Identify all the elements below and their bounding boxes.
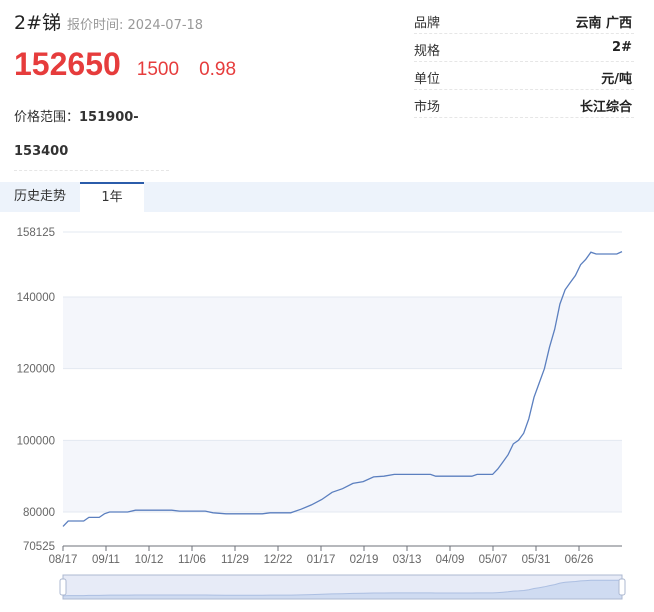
spec-value: 长江综合 (579, 100, 632, 115)
quote-header: 2#锑 报价时间: 2024-07-18 152650 1500 0.98 价格范围：… (0, 0, 654, 182)
zoom-slider-selection (62, 574, 623, 600)
spec-key: 市场 (414, 100, 441, 115)
x-tick-label: 11/06 (178, 554, 206, 566)
x-tick-label: 01/17 (307, 554, 336, 566)
price-row: 152650 1500 0.98 (14, 46, 236, 83)
tab-history[interactable]: 历史走势 (14, 182, 66, 212)
x-tick-label: 05/07 (479, 554, 508, 566)
spec-key: 单位 (414, 72, 441, 87)
price-range-high: 153400 (14, 144, 69, 159)
divider (14, 170, 169, 171)
x-tick-label: 04/09 (436, 554, 465, 566)
grid-band (63, 296, 622, 369)
x-tick-label: 02/19 (350, 554, 379, 566)
quote-date: 报价时间: 2024-07-18 (67, 18, 204, 33)
spec-key: 品牌 (414, 16, 441, 31)
spec-row-brand: 品牌 云南 广西 (414, 6, 634, 34)
y-tick-label: 120000 (17, 364, 55, 376)
price-range-label: 价格范围： (14, 110, 80, 125)
title-row: 2#锑 报价时间: 2024-07-18 (14, 8, 203, 35)
current-price: 152650 (14, 46, 121, 82)
x-tick-label: 12/22 (264, 554, 293, 566)
zoom-handle-right[interactable] (618, 578, 626, 596)
y-tick-label: 70525 (23, 541, 55, 553)
price-change: 1500 (136, 59, 180, 80)
spec-row-grade: 规格 2# (414, 34, 634, 62)
x-tick-label: 03/13 (393, 554, 422, 566)
y-tick-label: 140000 (17, 292, 55, 304)
spec-value: 2# (612, 40, 632, 55)
x-tick-label: 05/31 (522, 554, 551, 566)
x-tick-label: 08/17 (49, 554, 78, 566)
y-tick-label: 80000 (23, 507, 55, 519)
zoom-handle-left[interactable] (59, 578, 67, 596)
x-tick-label: 11/29 (221, 554, 249, 566)
spec-row-market: 市场 长江综合 (414, 90, 634, 118)
spec-value: 云南 广西 (575, 16, 632, 31)
spec-key: 规格 (414, 44, 441, 59)
spec-table: 品牌 云南 广西 规格 2# 单位 元/吨 市场 长江综合 (414, 6, 634, 118)
spec-row-unit: 单位 元/吨 (414, 62, 634, 90)
y-tick-label: 158125 (17, 227, 55, 239)
y-tick-label: 100000 (17, 435, 55, 447)
tab-1-year[interactable]: 1年 (80, 182, 144, 212)
tab-bar: 历史走势 1年 (0, 182, 654, 212)
x-tick-label: 06/26 (565, 554, 594, 566)
grid-band (63, 440, 622, 513)
spec-value: 元/吨 (601, 72, 632, 87)
x-tick-label: 10/12 (135, 554, 164, 566)
price-change-percent: 0.98 (199, 59, 237, 80)
price-range-low: 151900- (79, 110, 139, 125)
x-tick-label: 09/11 (92, 554, 120, 566)
price-chart: 70525 80000 100000 120000 140000 158125 08/17 0… (17, 227, 626, 600)
product-title: 2#锑 (14, 12, 62, 34)
price-range: 价格范围：151900- (14, 106, 139, 125)
